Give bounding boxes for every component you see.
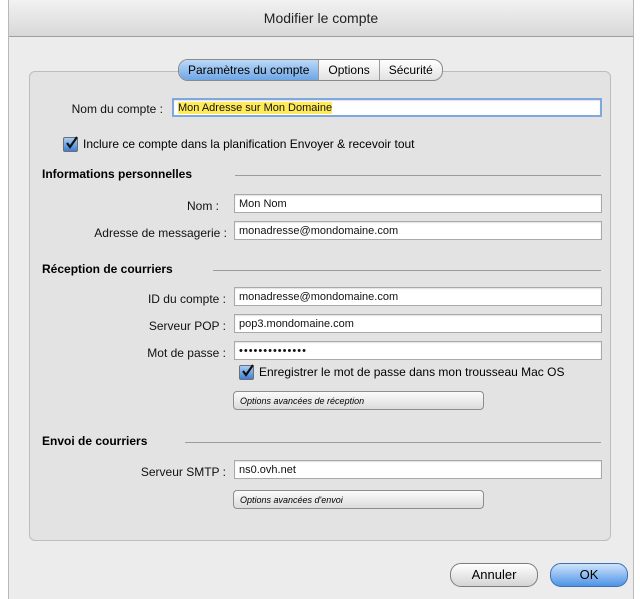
edit-account-window: Modifier le compte Paramètres du compte … bbox=[8, 0, 634, 599]
checkmark-icon bbox=[242, 364, 254, 377]
personal-info-heading: Informations personnelles bbox=[42, 167, 193, 181]
outgoing-divider bbox=[185, 442, 601, 443]
save-password-label: Enregistrer le mot de passe dans mon tro… bbox=[259, 365, 565, 379]
smtp-server-label: Serveur SMTP : bbox=[140, 465, 226, 479]
pop-server-label: Serveur POP : bbox=[148, 319, 226, 333]
personal-info-divider bbox=[235, 175, 601, 176]
smtp-server-field[interactable]: ns0.ovh.net bbox=[234, 460, 602, 479]
email-field[interactable]: monadresse@mondomaine.com bbox=[234, 221, 602, 240]
email-label: Adresse de messagerie : bbox=[94, 226, 227, 240]
tab-account-settings[interactable]: Paramètres du compte bbox=[179, 60, 320, 80]
ok-button[interactable]: OK bbox=[550, 563, 628, 587]
incoming-heading: Réception de courriers bbox=[42, 262, 173, 276]
account-name-field[interactable]: Mon Adresse sur Mon Domaine bbox=[172, 98, 602, 117]
tab-bar: Paramètres du compte Options Sécurité bbox=[178, 59, 443, 81]
name-field[interactable]: Mon Nom bbox=[234, 194, 602, 213]
save-password-checkbox[interactable] bbox=[239, 364, 254, 380]
advanced-send-button[interactable]: Options avancées d'envoi bbox=[233, 490, 484, 509]
account-id-label: ID du compte : bbox=[147, 292, 226, 306]
password-label: Mot de passe : bbox=[147, 346, 226, 360]
password-field[interactable]: •••••••••••••• bbox=[234, 341, 602, 360]
account-id-field[interactable]: monadresse@mondomaine.com bbox=[234, 287, 602, 306]
include-schedule-checkbox[interactable] bbox=[63, 136, 78, 152]
tab-options[interactable]: Options bbox=[319, 60, 380, 80]
account-name-value: Mon Adresse sur Mon Domaine bbox=[178, 102, 333, 114]
tab-security[interactable]: Sécurité bbox=[380, 60, 442, 80]
include-schedule-label: Inclure ce compte dans la planification … bbox=[83, 137, 415, 151]
checkmark-icon bbox=[66, 136, 78, 149]
advanced-receive-button[interactable]: Options avancées de réception bbox=[233, 391, 484, 410]
pop-server-field[interactable]: pop3.mondomaine.com bbox=[234, 314, 602, 333]
window-title: Modifier le compte bbox=[9, 0, 633, 37]
account-name-label: Nom du compte : bbox=[71, 102, 163, 116]
incoming-divider bbox=[213, 270, 601, 271]
cancel-button[interactable]: Annuler bbox=[450, 563, 538, 587]
name-label: Nom : bbox=[186, 199, 219, 213]
outgoing-heading: Envoi de courriers bbox=[42, 434, 148, 448]
